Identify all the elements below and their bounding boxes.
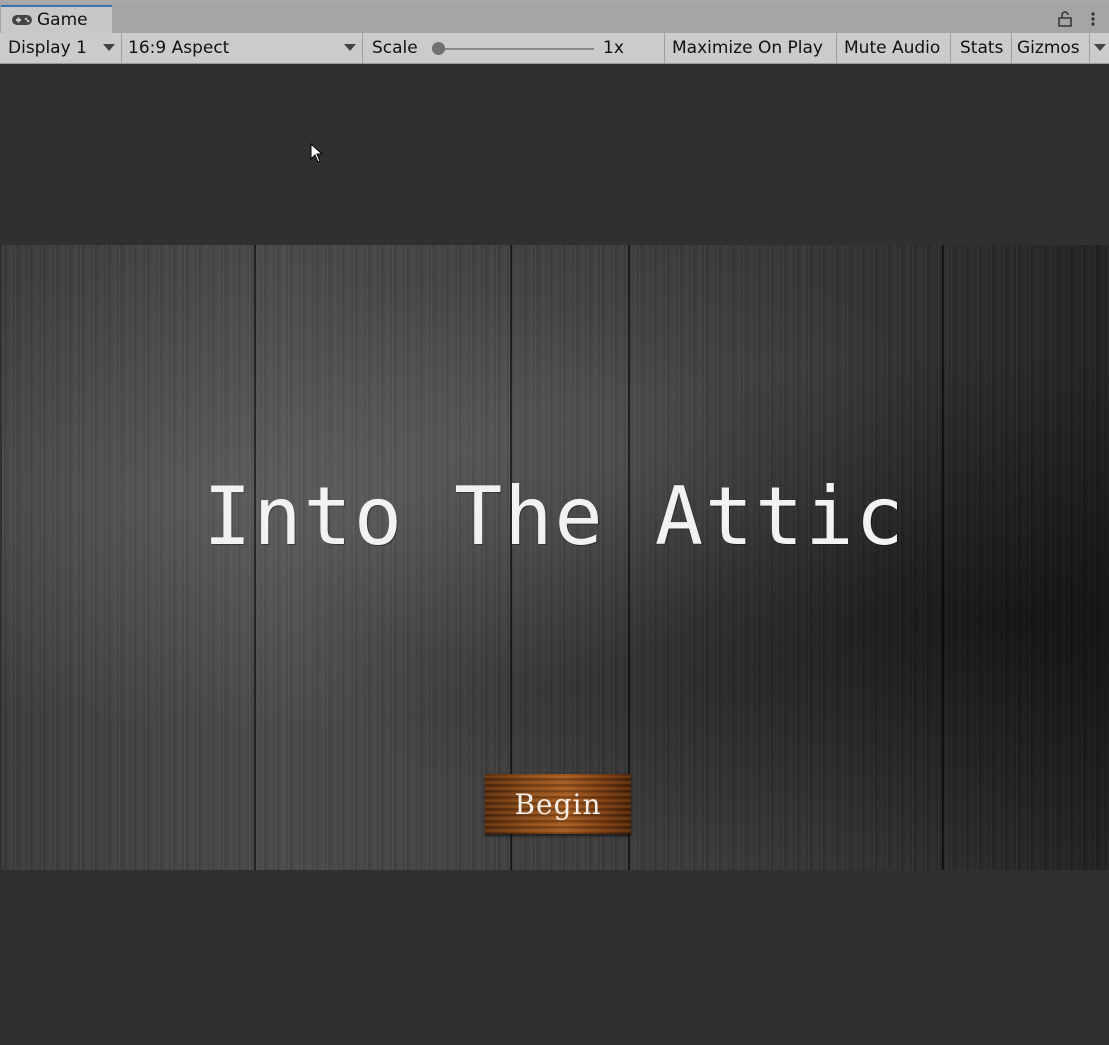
display-dropdown[interactable]: Display 1: [0, 33, 122, 63]
gamepad-icon: [11, 13, 33, 27]
chevron-down-icon: [103, 44, 115, 51]
unity-game-window: Game Display 1 16:9 Aspect Scale 1x Maxi…: [0, 0, 1109, 1045]
mouse-cursor-icon: [310, 142, 324, 163]
begin-button-label: Begin: [514, 787, 602, 821]
tab-bar: Game: [0, 4, 1109, 33]
stats-label: Stats: [960, 38, 1004, 58]
scale-value: 1x: [603, 38, 624, 58]
display-dropdown-label: Display 1: [8, 38, 87, 58]
stats-toggle[interactable]: Stats: [951, 33, 1012, 63]
lock-icon[interactable]: [1057, 9, 1073, 29]
game-title: Into The Attic: [203, 470, 906, 563]
game-toolbar: Display 1 16:9 Aspect Scale 1x Maximize …: [0, 33, 1109, 64]
scale-slider-handle[interactable]: [432, 42, 445, 55]
aspect-dropdown-label: 16:9 Aspect: [128, 38, 230, 58]
tab-game-label: Game: [37, 10, 88, 30]
gizmos-label: Gizmos: [1017, 38, 1080, 58]
scale-slider-track[interactable]: [440, 48, 594, 50]
chevron-down-icon: [344, 44, 356, 51]
begin-button[interactable]: Begin: [485, 774, 631, 834]
aspect-dropdown[interactable]: 16:9 Aspect: [122, 33, 363, 63]
chevron-down-icon: [1094, 44, 1106, 51]
kebab-menu-icon[interactable]: [1085, 9, 1101, 29]
tab-game[interactable]: Game: [1, 5, 112, 33]
gizmos-dropdown[interactable]: [1090, 33, 1109, 63]
gizmos-toggle[interactable]: Gizmos: [1012, 33, 1090, 63]
mute-audio-toggle[interactable]: Mute Audio: [837, 33, 951, 63]
maximize-on-play-label: Maximize On Play: [672, 38, 823, 58]
maximize-on-play-toggle[interactable]: Maximize On Play: [665, 33, 837, 63]
scale-label: Scale: [372, 38, 418, 58]
tab-tools: [1057, 8, 1101, 30]
mute-audio-label: Mute Audio: [844, 38, 941, 58]
